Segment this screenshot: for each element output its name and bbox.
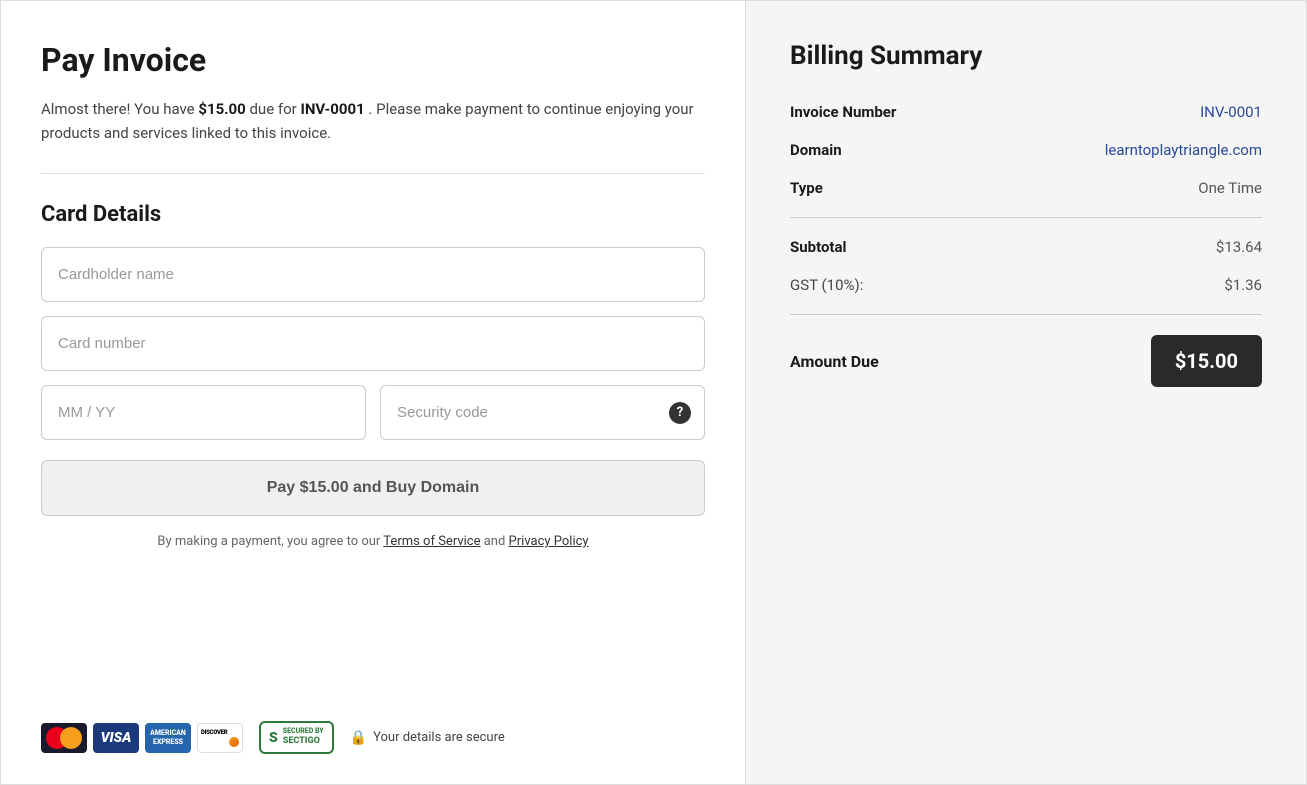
amex-icon: AMERICANEXPRESS	[145, 723, 191, 753]
billing-divider	[790, 217, 1262, 218]
terms-of-service-link[interactable]: Terms of Service	[383, 534, 480, 549]
domain-value: learntoplaytriangle.com	[1105, 141, 1262, 159]
invoice-number-value: INV-0001	[1200, 103, 1262, 121]
type-label: Type	[790, 179, 823, 197]
terms-prefix: By making a payment, you agree to our	[157, 534, 383, 549]
discover-text: DISCOVER	[201, 729, 227, 736]
mastercard-icon	[41, 723, 87, 753]
secure-text-row: 🔒 Your details are secure	[350, 730, 505, 746]
privacy-policy-link[interactable]: Privacy Policy	[509, 534, 589, 549]
sectigo-badge: S SECURED BY SECTIGO	[259, 721, 334, 754]
gst-value: $1.36	[1224, 276, 1262, 294]
type-value: One Time	[1198, 179, 1262, 197]
expiry-input[interactable]	[41, 385, 366, 440]
amex-label: AMERICANEXPRESS	[150, 729, 186, 747]
domain-label: Domain	[790, 141, 842, 159]
intro-amount: $15.00	[198, 100, 245, 118]
card-number-group	[41, 316, 705, 371]
left-panel: Pay Invoice Almost there! You have $15.0…	[1, 1, 746, 784]
discover-dot	[229, 737, 239, 747]
intro-middle: due for	[246, 100, 301, 118]
security-input[interactable]	[380, 385, 705, 440]
subtotal-value: $13.64	[1216, 238, 1262, 256]
invoice-number-label: Invoice Number	[790, 103, 896, 121]
amount-due-label: Amount Due	[790, 352, 879, 371]
security-group: ?	[380, 385, 705, 440]
visa-icon: VISA	[93, 723, 139, 753]
cardholder-input[interactable]	[41, 247, 705, 302]
expiry-security-row: ?	[41, 385, 705, 440]
intro-invoice: INV-0001	[300, 100, 364, 118]
security-help-icon[interactable]: ?	[669, 402, 691, 424]
billing-title: Billing Summary	[790, 41, 1262, 71]
pay-button[interactable]: Pay $15.00 and Buy Domain	[41, 460, 705, 516]
sectigo-line2: SECTIGO	[283, 736, 324, 748]
lock-icon: 🔒	[350, 730, 367, 746]
secure-text: Your details are secure	[373, 730, 505, 745]
mc-circle-right	[60, 727, 82, 749]
intro-prefix: Almost there! You have	[41, 100, 198, 118]
invoice-number-row: Invoice Number INV-0001	[790, 103, 1262, 121]
discover-inner: DISCOVER	[198, 727, 242, 749]
sectigo-s-logo: S	[269, 730, 278, 746]
expiry-group	[41, 385, 366, 440]
amount-due-section: Amount Due $15.00	[790, 335, 1262, 387]
card-icons: VISA AMERICANEXPRESS DISCOVER	[41, 723, 243, 753]
subtotal-label: Subtotal	[790, 238, 847, 256]
card-details-heading: Card Details	[41, 202, 705, 227]
sectigo-text: SECURED BY SECTIGO	[283, 727, 324, 748]
type-row: Type One Time	[790, 179, 1262, 197]
cardholder-group	[41, 247, 705, 302]
sectigo-line1: SECURED BY	[283, 727, 324, 736]
gst-row: GST (10%): $1.36	[790, 276, 1262, 294]
mc-circles	[46, 727, 82, 749]
right-panel: Billing Summary Invoice Number INV-0001 …	[746, 1, 1306, 784]
billing-divider-2	[790, 314, 1262, 315]
domain-row: Domain learntoplaytriangle.com	[790, 141, 1262, 159]
footer-row: VISA AMERICANEXPRESS DISCOVER S SECURED …	[41, 721, 705, 754]
terms-text: By making a payment, you agree to our Te…	[41, 534, 705, 549]
gst-label: GST (10%):	[790, 276, 863, 294]
section-divider	[41, 173, 705, 174]
discover-icon: DISCOVER	[197, 723, 243, 753]
page-title: Pay Invoice	[41, 41, 705, 79]
amount-due-badge: $15.00	[1151, 335, 1262, 387]
terms-middle: and	[481, 534, 509, 549]
page-container: Pay Invoice Almost there! You have $15.0…	[0, 0, 1307, 785]
subtotal-row: Subtotal $13.64	[790, 238, 1262, 256]
intro-text: Almost there! You have $15.00 due for IN…	[41, 97, 705, 145]
card-number-input[interactable]	[41, 316, 705, 371]
